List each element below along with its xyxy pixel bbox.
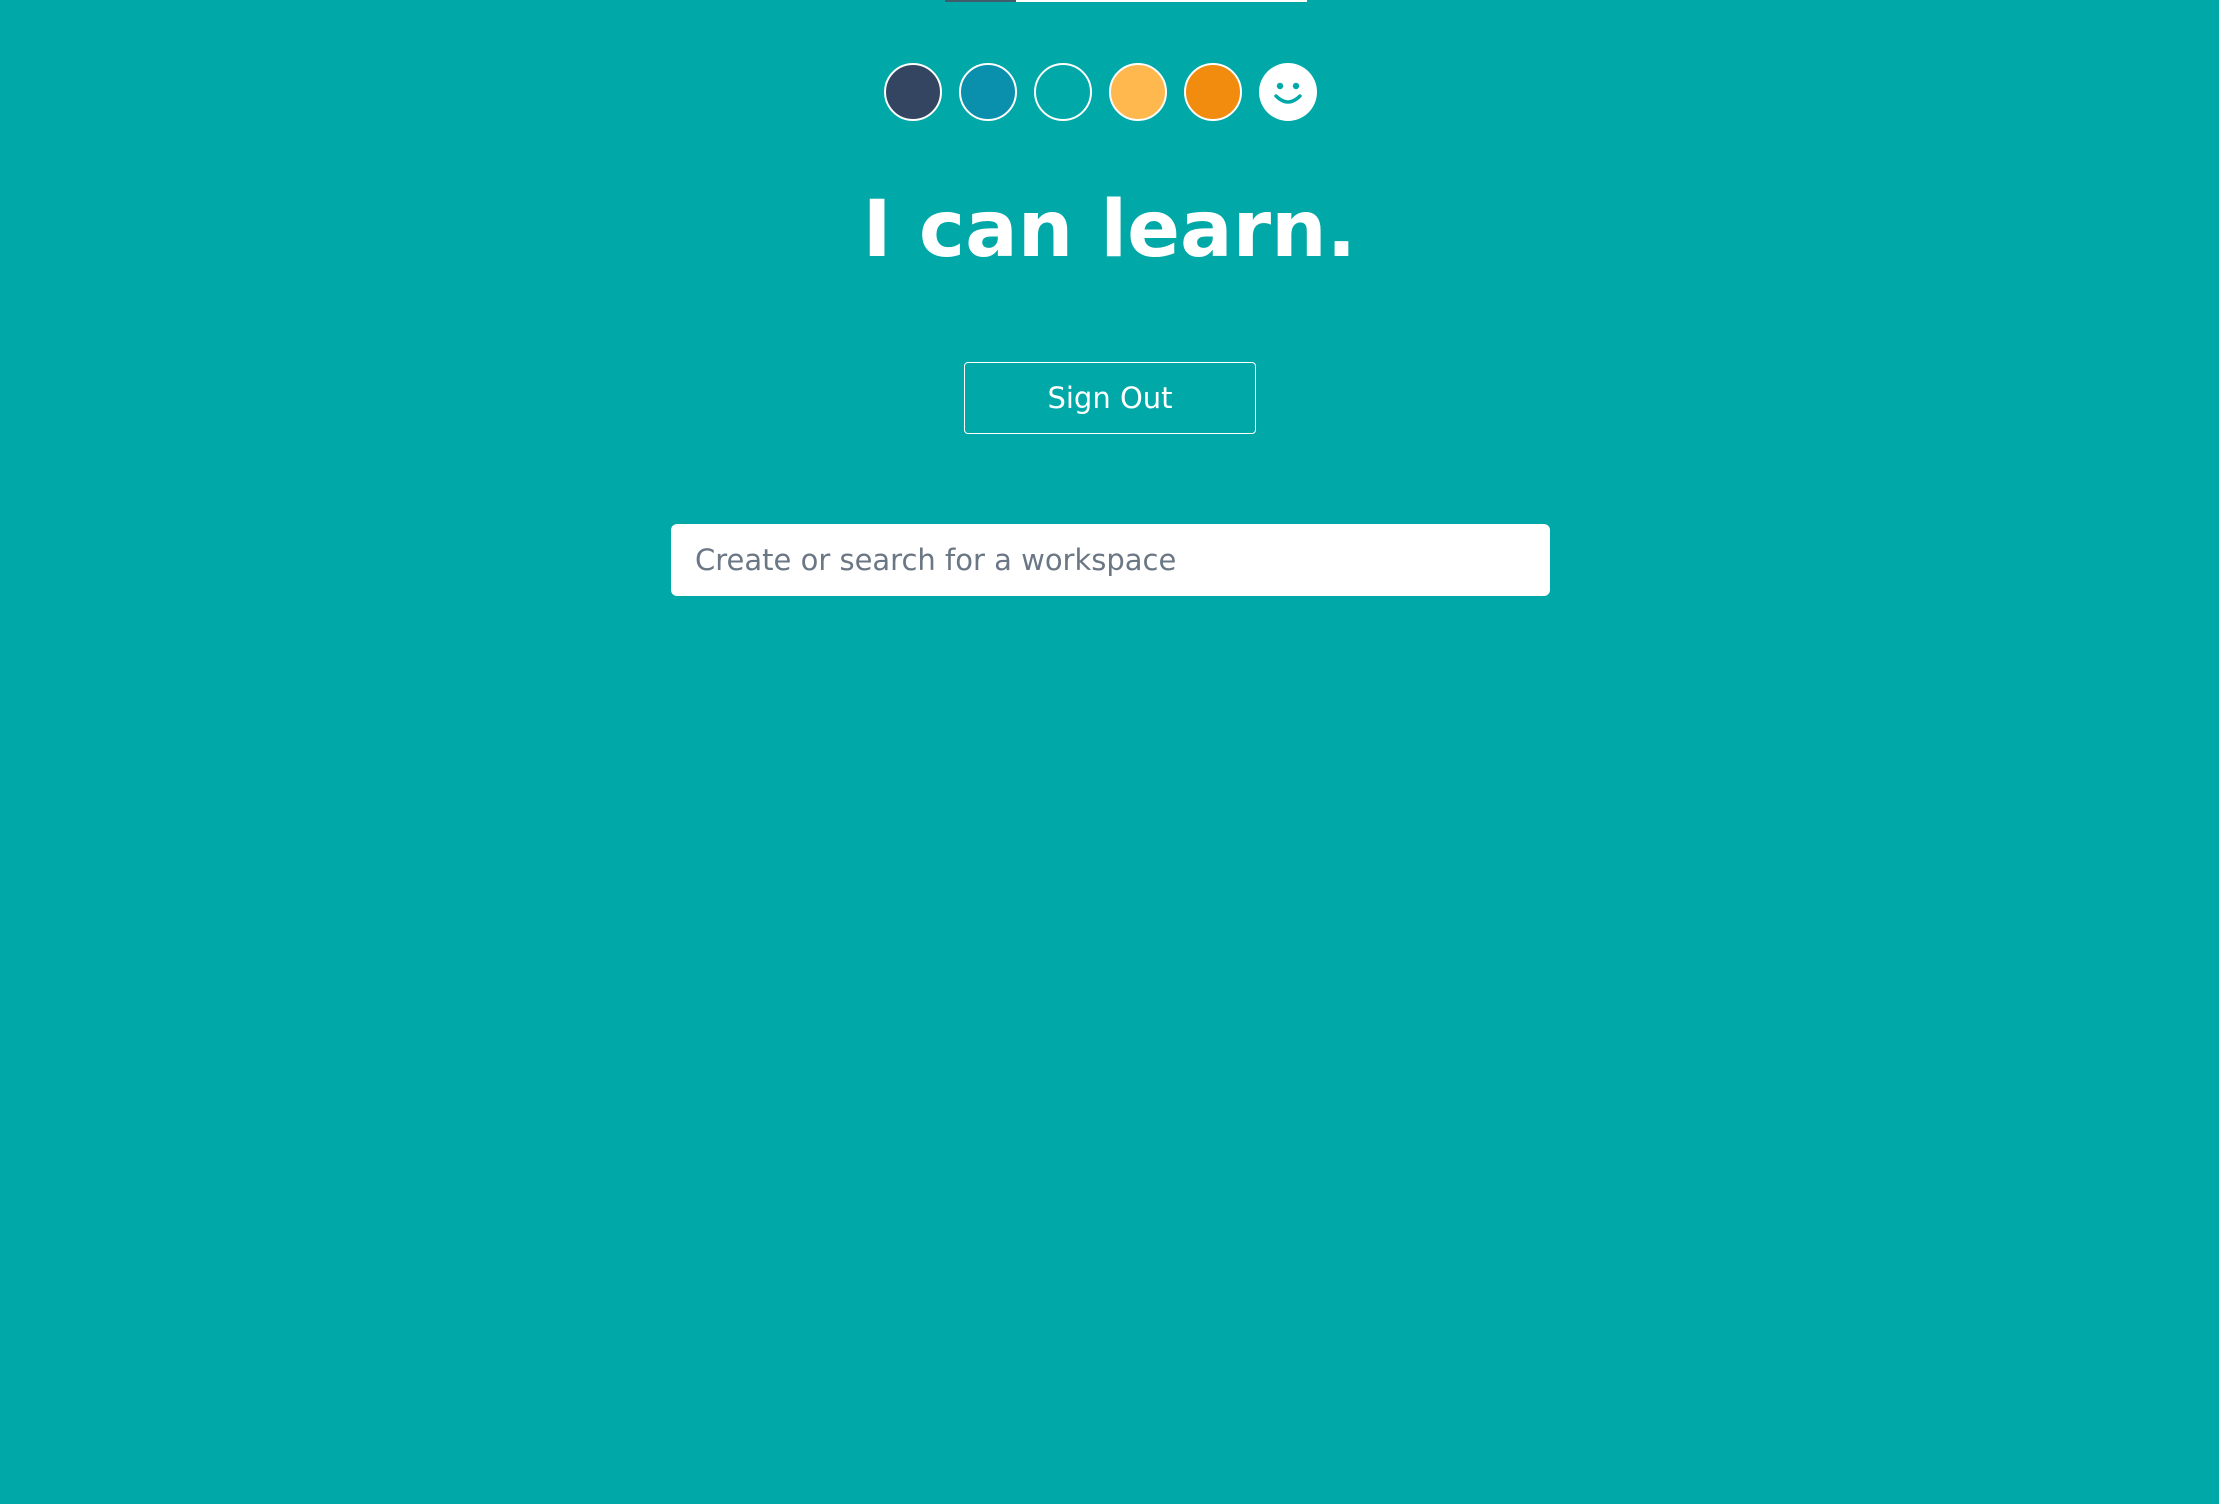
sign-out-button[interactable]: Sign Out	[964, 362, 1256, 434]
top-bar-light-segment	[1016, 0, 1307, 2]
top-bar-dark-segment	[945, 0, 1016, 2]
swatch-orange[interactable]	[1184, 63, 1242, 121]
top-progress-bar	[945, 0, 1307, 2]
theme-color-picker	[884, 63, 1317, 121]
swatch-blue[interactable]	[959, 63, 1017, 121]
page-headline: I can learn.	[862, 185, 1357, 275]
emoji-swatch[interactable]	[1259, 63, 1317, 121]
swatch-teal[interactable]	[1034, 63, 1092, 121]
workspace-search-input[interactable]	[671, 524, 1550, 596]
swatch-light-orange[interactable]	[1109, 63, 1167, 121]
smiley-icon	[1259, 63, 1317, 121]
swatch-dark-navy[interactable]	[884, 63, 942, 121]
workspace-search	[671, 524, 1550, 596]
